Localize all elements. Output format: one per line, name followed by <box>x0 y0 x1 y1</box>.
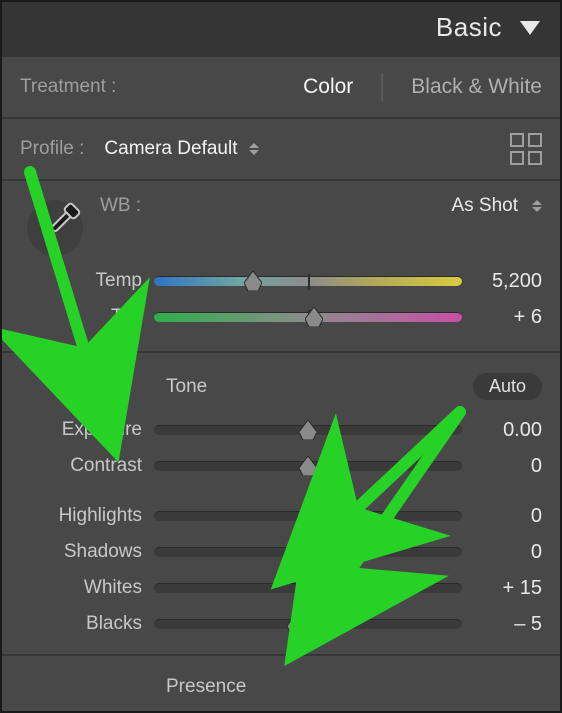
blacks-value[interactable]: – 5 <box>462 613 542 636</box>
blacks-label: Blacks <box>20 613 154 635</box>
profile-value: Camera Default <box>104 138 237 160</box>
blacks-slider[interactable] <box>154 619 462 629</box>
whites-row: Whites + 15 <box>20 570 542 606</box>
temp-label: Temp <box>20 270 154 292</box>
auto-button[interactable]: Auto <box>473 373 542 400</box>
collapse-icon[interactable] <box>520 21 540 35</box>
exposure-label: Exposure <box>20 419 154 441</box>
temp-slider[interactable] <box>154 276 462 286</box>
temp-value[interactable]: 5,200 <box>462 270 542 293</box>
exposure-slider[interactable] <box>154 425 462 435</box>
profile-select[interactable]: Camera Default <box>104 138 259 160</box>
shadows-value[interactable]: 0 <box>462 541 542 564</box>
eyedropper-icon[interactable] <box>20 193 90 263</box>
panel-header: Basic <box>2 2 560 55</box>
tone-heading: Tone <box>166 376 207 398</box>
highlights-row: Highlights 0 <box>20 498 542 534</box>
slider-knob[interactable] <box>299 420 317 440</box>
treatment-row: Treatment : Color Black & White <box>2 55 560 117</box>
slider-knob[interactable] <box>305 307 323 327</box>
contrast-value[interactable]: 0 <box>462 455 542 478</box>
presence-section: Presence <box>2 654 560 713</box>
contrast-slider[interactable] <box>154 461 462 471</box>
wb-section: WB : As Shot Temp 5,200 Tint + 6 <box>2 179 560 351</box>
tint-slider[interactable] <box>154 312 462 322</box>
slider-knob[interactable] <box>299 542 317 562</box>
contrast-label: Contrast <box>20 455 154 477</box>
panel-title: Basic <box>436 12 502 43</box>
separator <box>381 73 383 101</box>
profile-browser-icon[interactable] <box>510 133 542 165</box>
profile-label: Profile : <box>20 138 84 160</box>
shadows-row: Shadows 0 <box>20 534 542 570</box>
wb-mode-select[interactable]: As Shot <box>451 195 518 217</box>
blacks-row: Blacks – 5 <box>20 606 542 642</box>
highlights-slider[interactable] <box>154 511 462 521</box>
tint-label: Tint <box>20 306 154 328</box>
chevron-updown-icon <box>532 200 542 212</box>
slider-knob[interactable] <box>244 271 262 291</box>
highlights-value[interactable]: 0 <box>462 505 542 528</box>
whites-label: Whites <box>20 577 154 599</box>
highlights-label: Highlights <box>20 505 154 527</box>
whites-slider[interactable] <box>154 583 462 593</box>
contrast-row: Contrast 0 <box>20 448 542 484</box>
slider-knob[interactable] <box>299 506 317 526</box>
slider-knob[interactable] <box>299 456 317 476</box>
profile-row: Profile : Camera Default <box>2 117 560 179</box>
slider-knob[interactable] <box>317 578 335 598</box>
presence-heading: Presence <box>166 676 246 698</box>
treatment-label: Treatment : <box>20 76 116 98</box>
exposure-value[interactable]: 0.00 <box>462 419 542 442</box>
tint-value[interactable]: + 6 <box>462 306 542 329</box>
slider-knob[interactable] <box>287 614 305 634</box>
tint-row: Tint + 6 <box>20 299 542 335</box>
treatment-color[interactable]: Color <box>303 75 353 99</box>
chevron-updown-icon <box>249 143 259 155</box>
shadows-slider[interactable] <box>154 547 462 557</box>
wb-label: WB : <box>100 195 141 217</box>
temp-row: Temp 5,200 <box>20 263 542 299</box>
shadows-label: Shadows <box>20 541 154 563</box>
tone-section: Tone Auto Exposure 0.00 Contrast 0 Highl… <box>2 351 560 654</box>
treatment-bw[interactable]: Black & White <box>411 75 542 99</box>
exposure-row: Exposure 0.00 <box>20 412 542 448</box>
whites-value[interactable]: + 15 <box>462 577 542 600</box>
